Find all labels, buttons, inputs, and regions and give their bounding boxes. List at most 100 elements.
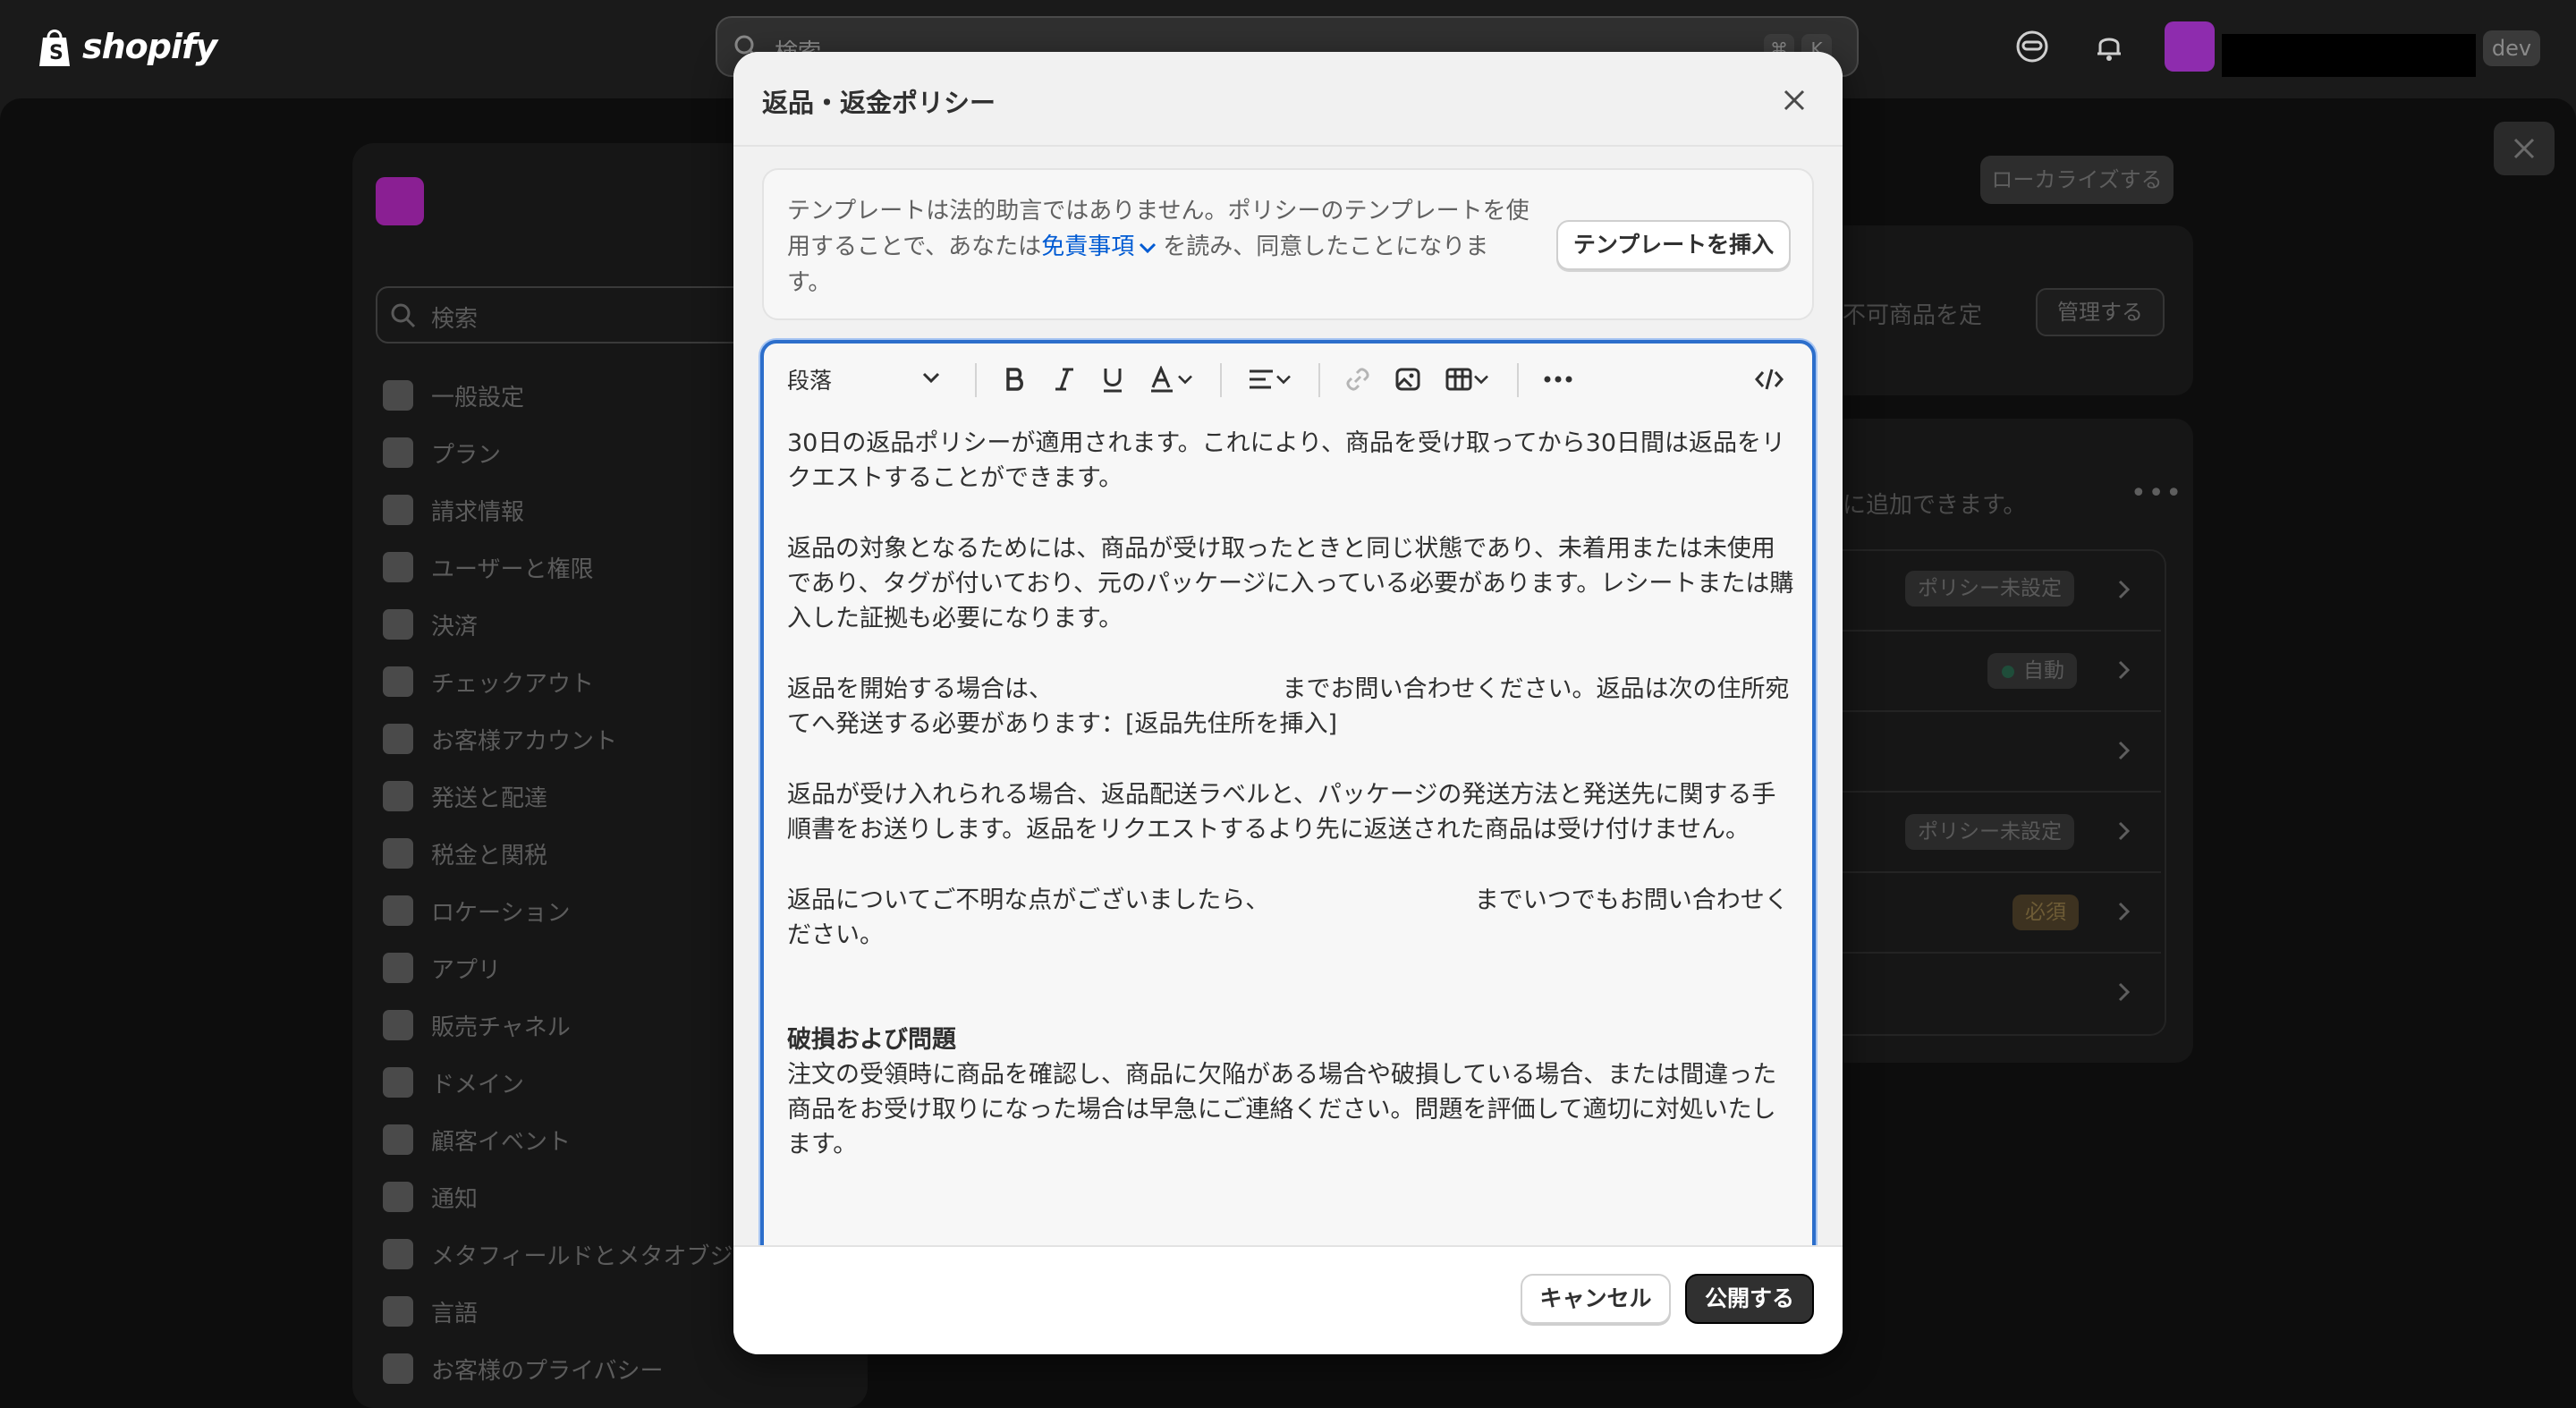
sidebar-item-shipping[interactable]: 発送と配達	[383, 768, 776, 825]
lock-icon	[383, 1353, 413, 1384]
underline-button[interactable]	[1095, 361, 1131, 397]
align-button[interactable]	[1241, 361, 1299, 397]
paragraph-format-select[interactable]: 段落	[787, 363, 940, 395]
status-badge: 自動	[1987, 653, 2077, 689]
more-actions-icon[interactable]: •••	[2131, 478, 2183, 509]
insert-table-button[interactable]	[1438, 361, 1497, 397]
sidebar-item-label: プラン	[431, 441, 502, 469]
search-icon	[391, 303, 416, 328]
sidebar-item-notifications[interactable]: 通知	[383, 1168, 776, 1226]
store-name-redacted[interactable]	[2222, 34, 2476, 77]
insert-image-button[interactable]	[1390, 361, 1426, 397]
policy-row[interactable]	[1821, 871, 2161, 954]
editor-toolbar: 段落	[764, 344, 1812, 415]
chevron-down-icon[interactable]	[1138, 241, 1157, 255]
sidebar-item-channels[interactable]: 販売チャネル	[383, 997, 776, 1054]
apps-icon	[383, 953, 413, 983]
sidekick-icon[interactable]	[2014, 29, 2050, 64]
plan-icon	[383, 437, 413, 468]
shopify-bag-icon: S	[39, 30, 70, 66]
sidebar-item-label: お客様のプライバシー	[431, 1357, 664, 1385]
sidebar-item-label: ロケーション	[431, 899, 571, 927]
users-icon	[383, 552, 413, 582]
settings-nav: 一般設定 プラン 請求情報 ユーザーと権限 決済 チェックアウト お客様アカウン…	[383, 367, 776, 1397]
sidebar-item-plan[interactable]: プラン	[383, 424, 776, 481]
toolbar-divider	[975, 363, 977, 397]
metafields-icon	[383, 1239, 413, 1269]
sidebar-item-label: 通知	[431, 1185, 479, 1213]
sidebar-item-apps[interactable]: アプリ	[383, 939, 776, 997]
settings-close-button[interactable]	[2494, 122, 2555, 175]
policy-row[interactable]	[1821, 710, 2161, 793]
sidebar-item-general[interactable]: 一般設定	[383, 367, 776, 424]
modal-title: 返品・返金ポリシー	[762, 88, 996, 118]
sidebar-item-label: 請求情報	[431, 498, 525, 526]
sidebar-item-label: チェックアウト	[431, 670, 595, 698]
toolbar-divider	[1318, 363, 1320, 397]
sidebar-item-locations[interactable]: ロケーション	[383, 882, 776, 939]
policy-paragraph: 30日の返品ポリシーが適用されます。これにより、商品を受け取ってから30日間は返…	[787, 429, 1786, 492]
logo-text: shopify	[82, 27, 217, 66]
underline-icon	[1104, 369, 1122, 393]
sidebar-item-label: 販売チャネル	[431, 1014, 571, 1041]
italic-icon	[1055, 368, 1073, 391]
sidebar-item-label: お客様アカウント	[431, 727, 618, 755]
sidebar-item-users[interactable]: ユーザーと権限	[383, 539, 776, 596]
sidebar-item-languages[interactable]: 言語	[383, 1283, 776, 1340]
shopify-logo[interactable]: S shopify	[36, 25, 217, 68]
editor-content[interactable]: 30日の返品ポリシーが適用されます。これにより、商品を受け取ってから30日間は返…	[787, 426, 1794, 1198]
publish-button[interactable]: 公開する	[1685, 1274, 1814, 1324]
bold-button[interactable]	[996, 361, 1032, 397]
chevron-right-icon	[2118, 821, 2131, 841]
sidebar-item-domains[interactable]: ドメイン	[383, 1054, 776, 1111]
bell-icon[interactable]	[2091, 29, 2127, 64]
sidebar-item-checkout[interactable]: チェックアウト	[383, 653, 776, 710]
align-left-icon	[1250, 369, 1273, 389]
more-formatting-button[interactable]	[1537, 361, 1580, 397]
sidebar-item-label: ドメイン	[431, 1071, 525, 1098]
paragraph-format-value: 段落	[787, 368, 833, 394]
refund-policy-modal: 返品・返金ポリシー テンプレートは法的助言ではありません。ポリシーのテンプレート…	[733, 52, 1843, 1354]
sidebar-item-metafields[interactable]: メタフィールドとメタオブジ	[383, 1226, 776, 1283]
truck-icon	[383, 781, 413, 811]
bold-icon	[1006, 368, 1023, 391]
insert-template-button[interactable]: テンプレートを挿入	[1556, 220, 1791, 270]
policy-heading: 破損および問題	[787, 1026, 956, 1054]
link-button[interactable]	[1340, 361, 1376, 397]
localize-button[interactable]: ローカライズする	[1980, 156, 2174, 204]
settings-search-input[interactable]: 検索	[376, 286, 751, 344]
sidebar-item-taxes[interactable]: 税金と関税	[383, 825, 776, 882]
status-badge: 必須	[2012, 895, 2079, 930]
text-color-icon	[1151, 366, 1173, 393]
text-color-button[interactable]	[1143, 361, 1200, 397]
cancel-button[interactable]: キャンセル	[1521, 1274, 1671, 1324]
link-icon	[1346, 368, 1369, 391]
policy-paragraph: 返品についてご不明な点がございましたら、 までいつでもお問い合わせください。	[787, 886, 1789, 949]
close-icon[interactable]	[1780, 86, 1809, 115]
billing-icon	[383, 495, 413, 525]
italic-button[interactable]	[1046, 361, 1082, 397]
chevron-down-icon	[922, 372, 940, 384]
chevron-right-icon	[2118, 902, 2131, 921]
disclaimer-link[interactable]: 免責事項	[1041, 233, 1134, 260]
chevron-right-icon	[2118, 741, 2131, 760]
person-icon	[383, 724, 413, 754]
store-avatar[interactable]	[2165, 21, 2215, 72]
sidebar-item-privacy[interactable]: お客様のプライバシー	[383, 1340, 776, 1397]
sidebar-item-label: ユーザーと権限	[431, 556, 594, 583]
sidebar-item-label: 決済	[431, 613, 479, 640]
manage-button[interactable]: 管理する	[2036, 288, 2165, 336]
sidebar-item-label: 一般設定	[431, 384, 525, 411]
status-badge: ポリシー未設定	[1905, 571, 2074, 606]
sidebar-item-payments[interactable]: 決済	[383, 596, 776, 653]
html-source-button[interactable]	[1750, 361, 1789, 397]
domain-icon	[383, 1067, 413, 1098]
sidebar-item-label: 顧客イベント	[431, 1128, 572, 1156]
policy-rich-text-editor[interactable]: 段落 30日の返品ポリシーが適用されます。これにより、商品を受け取ってから30日…	[760, 340, 1816, 1354]
toolbar-divider	[1517, 363, 1519, 397]
table-icon	[1445, 368, 1472, 391]
sidebar-item-billing[interactable]: 請求情報	[383, 481, 776, 539]
sidebar-item-customer-events[interactable]: 顧客イベント	[383, 1111, 776, 1168]
sidebar-item-customer-accounts[interactable]: お客様アカウント	[383, 710, 776, 768]
cart-icon	[383, 666, 413, 697]
